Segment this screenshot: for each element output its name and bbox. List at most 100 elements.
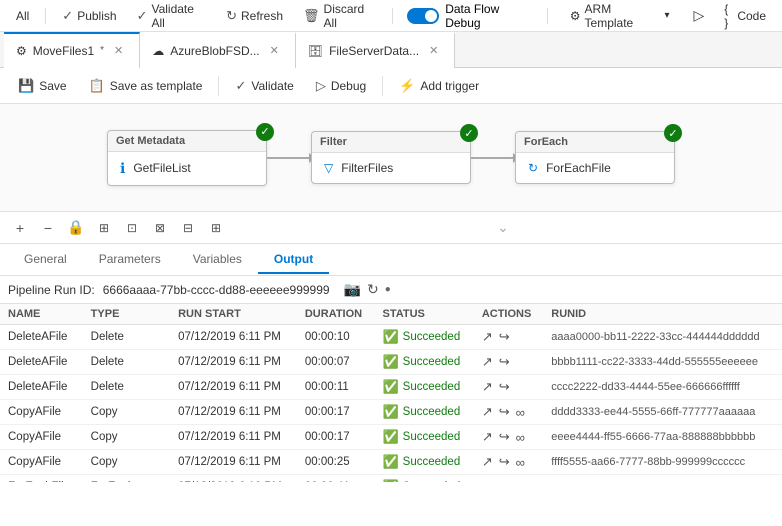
- cell-duration: 00:00:11: [297, 375, 375, 400]
- validate-button[interactable]: ✓ Validate: [225, 73, 303, 99]
- tab-fileserver[interactable]: 🗄 FileServerData... ✕: [296, 32, 455, 68]
- status-success-icon: ✅: [382, 479, 398, 482]
- zoom-out-button[interactable]: −: [36, 216, 60, 240]
- zoom-in-button[interactable]: +: [8, 216, 32, 240]
- table-row[interactable]: CopyAFile Copy 07/12/2019 6:11 PM 00:00:…: [0, 450, 782, 475]
- status-dot: ●: [385, 284, 391, 295]
- row-loop-icon[interactable]: ∞: [516, 455, 525, 470]
- cell-actions[interactable]: ↗ ↪: [474, 375, 543, 400]
- node-foreach[interactable]: ForEach ↻ ForEachFile ✓: [515, 131, 675, 184]
- canvas-nodes: Get Metadata ℹ GetFileList ✓ Filter ▽ Fi…: [107, 130, 675, 186]
- row-input-icon[interactable]: ↗: [482, 329, 493, 345]
- status-text: Succeeded: [403, 406, 461, 418]
- row-loop-icon[interactable]: ∞: [516, 430, 525, 445]
- save-as-template-button[interactable]: 📋 Save as template: [79, 73, 213, 99]
- debug-button[interactable]: ▷ Debug: [306, 73, 376, 99]
- reset-view-button[interactable]: ⊠: [148, 216, 172, 240]
- cell-actions[interactable]: ↗ ↪ ∞: [474, 450, 543, 475]
- row-output-icon[interactable]: ↪: [499, 329, 510, 345]
- validate-all-button[interactable]: ✓ Validate All: [129, 0, 215, 34]
- arrange-button[interactable]: ⊟: [176, 216, 200, 240]
- tab-parameters[interactable]: Parameters: [83, 246, 177, 274]
- zoom-fit-button[interactable]: ⊡: [120, 216, 144, 240]
- cell-status: ✅ Succeeded: [374, 375, 473, 400]
- save-button[interactable]: 💾 Save: [8, 73, 77, 99]
- cell-run-start: 07/12/2019 6:11 PM: [170, 350, 297, 375]
- camera-icon[interactable]: 📷: [344, 281, 361, 298]
- row-input-icon[interactable]: ↗: [482, 354, 493, 370]
- fit-view-button[interactable]: 🔒: [64, 216, 88, 240]
- row-output-icon[interactable]: ↪: [499, 429, 510, 445]
- table-row[interactable]: CopyAFile Copy 07/12/2019 6:11 PM 00:00:…: [0, 425, 782, 450]
- row-input-icon[interactable]: ↗: [482, 429, 493, 445]
- table-row[interactable]: DeleteAFile Delete 07/12/2019 6:11 PM 00…: [0, 375, 782, 400]
- run-action-icons: 📷 ↻ ●: [344, 281, 391, 298]
- code-button[interactable]: { } Code: [716, 0, 774, 34]
- row-input-icon[interactable]: ↗: [482, 404, 493, 420]
- expand-icon[interactable]: ⌄: [497, 219, 509, 236]
- arm-chevron-icon: ▾: [664, 10, 669, 21]
- tab-movefiles[interactable]: ⚙ MoveFiles1 * ✕: [4, 32, 140, 68]
- all-button[interactable]: All: [8, 5, 37, 27]
- all-label: All: [16, 9, 29, 23]
- pipeline-canvas[interactable]: Get Metadata ℹ GetFileList ✓ Filter ▽ Fi…: [0, 104, 782, 212]
- node-foreach-title: ForEach: [524, 136, 568, 148]
- row-output-icon[interactable]: ↪: [499, 454, 510, 470]
- table-row[interactable]: DeleteAFile Delete 07/12/2019 6:11 PM 00…: [0, 350, 782, 375]
- refresh-button[interactable]: ↻ Refresh: [218, 4, 291, 28]
- layout-button[interactable]: ⊞: [204, 216, 228, 240]
- tab-azureblob[interactable]: ☁ AzureBlobFSD... ✕: [140, 32, 296, 68]
- cell-name: ForEachFile: [0, 475, 83, 483]
- tab-output[interactable]: Output: [258, 246, 329, 274]
- arm-template-button[interactable]: ⚙ ARM Template ▾: [562, 0, 678, 34]
- cell-runid: eeee4444-ff55-6666-77aa-888888bbbbbb: [543, 425, 782, 450]
- cell-runid: ffff5555-aa66-7777-88bb-999999cccccc: [543, 450, 782, 475]
- node-get-metadata[interactable]: Get Metadata ℹ GetFileList ✓: [107, 130, 267, 186]
- col-status: STATUS: [374, 304, 473, 325]
- debug-toggle-group: Data Flow Debug: [407, 2, 533, 30]
- output-table-scroll[interactable]: NAME TYPE RUN START DURATION STATUS ACTI…: [0, 304, 782, 482]
- cell-actions[interactable]: ↗ ↪: [474, 475, 543, 483]
- table-row[interactable]: ForEachFile ForEach 07/12/2019 6:10 PM 0…: [0, 475, 782, 483]
- row-input-icon[interactable]: ↗: [482, 479, 493, 482]
- tab-movefiles-close[interactable]: ✕: [110, 42, 127, 59]
- tab-fileserver-close[interactable]: ✕: [425, 42, 442, 59]
- foreach-icon: ↻: [528, 161, 538, 175]
- cell-actions[interactable]: ↗ ↪ ∞: [474, 425, 543, 450]
- table-row[interactable]: CopyAFile Copy 07/12/2019 6:11 PM 00:00:…: [0, 400, 782, 425]
- cell-actions[interactable]: ↗ ↪: [474, 350, 543, 375]
- row-input-icon[interactable]: ↗: [482, 379, 493, 395]
- cell-actions[interactable]: ↗ ↪: [474, 325, 543, 350]
- row-output-icon[interactable]: ↪: [499, 379, 510, 395]
- row-loop-icon[interactable]: ∞: [516, 405, 525, 420]
- cell-type: ForEach: [83, 475, 170, 483]
- row-input-icon[interactable]: ↗: [482, 454, 493, 470]
- status-success-icon: ✅: [382, 329, 398, 345]
- send-button[interactable]: ▷: [686, 3, 713, 28]
- row-output-icon[interactable]: ↪: [499, 354, 510, 370]
- cell-actions[interactable]: ↗ ↪ ∞: [474, 400, 543, 425]
- tab-general[interactable]: General: [8, 246, 83, 274]
- node-filter[interactable]: Filter ▽ FilterFiles ✓: [311, 131, 471, 184]
- row-output-icon[interactable]: ↪: [499, 479, 510, 482]
- select-tool-button[interactable]: ⊞: [92, 216, 116, 240]
- cell-type: Delete: [83, 350, 170, 375]
- cell-run-start: 07/12/2019 6:10 PM: [170, 475, 297, 483]
- save-template-icon: 📋: [89, 78, 105, 94]
- status-success-icon: ✅: [382, 404, 398, 420]
- tab-azureblob-close[interactable]: ✕: [266, 42, 283, 59]
- refresh-run-icon[interactable]: ↻: [367, 281, 379, 298]
- tab-variables[interactable]: Variables: [177, 246, 258, 274]
- cell-status: ✅ Succeeded: [374, 400, 473, 425]
- node-filter-body: ▽ FilterFiles: [312, 153, 470, 183]
- publish-button[interactable]: ✓ Publish: [54, 4, 124, 28]
- table-row[interactable]: DeleteAFile Delete 07/12/2019 6:11 PM 00…: [0, 325, 782, 350]
- discard-all-button[interactable]: 🗑 Discard All: [295, 0, 384, 34]
- cell-type: Copy: [83, 400, 170, 425]
- cell-run-start: 07/12/2019 6:11 PM: [170, 375, 297, 400]
- tab-azureblob-icon: ☁: [152, 44, 164, 58]
- add-trigger-button[interactable]: ⚡ Add trigger: [389, 73, 489, 99]
- row-output-icon[interactable]: ↪: [499, 404, 510, 420]
- data-flow-debug-toggle[interactable]: [407, 8, 439, 24]
- connector-1: [267, 157, 311, 159]
